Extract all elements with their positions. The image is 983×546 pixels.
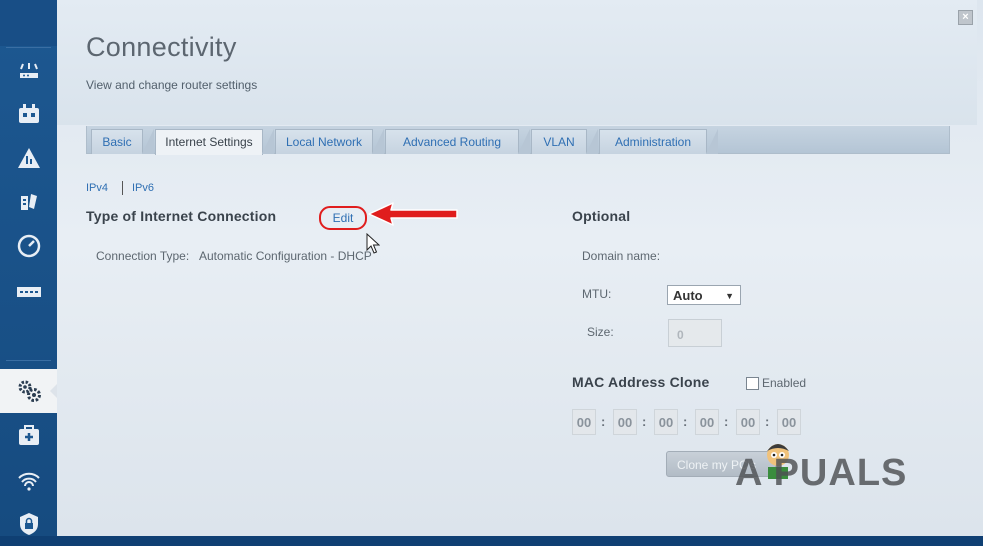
mac-octet-input[interactable]: 00: [695, 409, 719, 435]
tab-administration[interactable]: Administration: [599, 129, 718, 154]
mac-clone-enabled-checkbox[interactable]: [746, 377, 759, 390]
router-icon[interactable]: [0, 49, 57, 93]
watermark-text: A PUALS: [735, 452, 908, 494]
security-icon[interactable]: [0, 502, 57, 546]
settings-window: Connectivity View and change router sett…: [57, 0, 983, 536]
nav-top-strip: [0, 0, 57, 46]
mtu-select[interactable]: Auto ▼: [667, 285, 741, 305]
annotation-arrow-icon: [368, 202, 458, 226]
connection-type-value: Automatic Configuration - DHCP: [199, 249, 372, 263]
connectivity-icon[interactable]: [0, 369, 58, 413]
ipv6-link[interactable]: IPv6: [132, 182, 154, 194]
chevron-down-icon: ▼: [725, 291, 734, 301]
tab-basic[interactable]: Basic: [91, 129, 154, 154]
page-title: Connectivity: [86, 32, 237, 62]
tab-advanced-routing[interactable]: Advanced Routing: [385, 129, 530, 154]
mac-octet-input[interactable]: 00: [572, 409, 596, 435]
tab-internet-settings[interactable]: Internet Settings: [155, 129, 274, 155]
mac-octet-input[interactable]: 00: [736, 409, 760, 435]
page-header: Connectivity View and change router sett…: [57, 0, 977, 125]
mac-colon: :: [683, 414, 688, 429]
storage-icon[interactable]: [0, 270, 57, 314]
mac-clone-heading: MAC Address Clone: [572, 374, 710, 390]
mac-octet-input[interactable]: 00: [654, 409, 678, 435]
mac-clone-enabled-label: Enabled: [762, 376, 807, 390]
internet-connection-heading: Type of Internet Connection: [86, 208, 277, 224]
tab-vlan[interactable]: VLAN: [531, 129, 598, 154]
troubleshooting-icon[interactable]: [0, 414, 57, 458]
connection-type-label: Connection Type:: [96, 249, 190, 263]
mac-octet-input[interactable]: 00: [613, 409, 637, 435]
nav-divider: [6, 360, 51, 361]
mac-colon: :: [642, 414, 647, 429]
mtu-selected-value: Auto: [673, 288, 703, 303]
mac-octet-input[interactable]: 00: [777, 409, 801, 435]
wireless-icon[interactable]: [0, 459, 57, 503]
edit-connection-link[interactable]: Edit: [319, 206, 367, 230]
mac-colon: :: [601, 414, 606, 429]
close-icon[interactable]: ×: [958, 10, 973, 25]
devices-icon[interactable]: [0, 92, 57, 136]
page-subtitle: View and change router settings: [86, 78, 258, 92]
size-label: Size:: [587, 325, 614, 339]
mac-colon: :: [765, 414, 770, 429]
mtu-label: MTU:: [582, 287, 612, 301]
ipv4-link[interactable]: IPv4: [86, 182, 108, 194]
tab-local-network[interactable]: Local Network: [275, 129, 384, 154]
size-input[interactable]: 0: [668, 319, 722, 347]
ipv-separator: [122, 181, 123, 195]
speed-test-icon[interactable]: [0, 224, 57, 268]
tab-bar: Basic Internet Settings Local Network Ad…: [86, 126, 950, 155]
domain-name-label: Domain name:: [582, 249, 661, 263]
nav-divider: [6, 47, 51, 48]
mac-colon: :: [724, 414, 729, 429]
optional-heading: Optional: [572, 208, 631, 224]
left-nav-rail: [0, 0, 58, 536]
alert-icon[interactable]: [0, 136, 57, 180]
parental-controls-icon[interactable]: [0, 180, 57, 224]
